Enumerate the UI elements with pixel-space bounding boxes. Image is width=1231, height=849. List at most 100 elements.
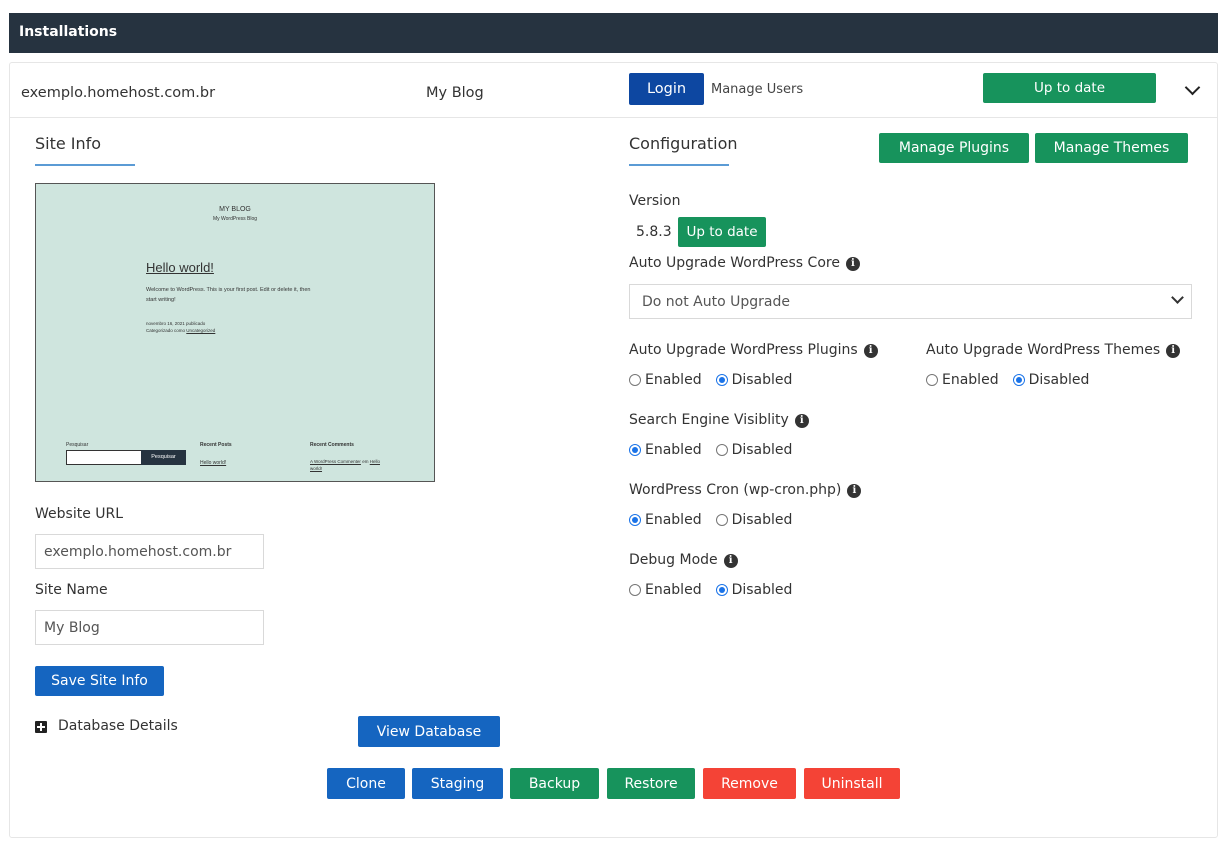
search-engine-radio-group: Enabled Disabled: [629, 442, 806, 458]
view-database-button[interactable]: View Database: [358, 716, 500, 747]
installation-domain: exemplo.homehost.com.br: [21, 85, 216, 101]
auto-core-label-text: Auto Upgrade WordPress Core: [629, 255, 840, 271]
site-info-title: Site Info: [35, 134, 102, 153]
auto-core-selected-value: Do not Auto Upgrade: [642, 294, 790, 310]
installations-title: Installations: [19, 24, 118, 40]
plus-square-icon[interactable]: [35, 721, 47, 733]
installation-summary-row[interactable]: exemplo.homehost.com.br My Blog Login Ma…: [10, 63, 1217, 118]
debug-enabled-radio[interactable]: [629, 584, 641, 596]
manage-themes-button[interactable]: Manage Themes: [1035, 133, 1188, 163]
version-up-to-date-button[interactable]: Up to date: [678, 217, 766, 247]
site-preview-thumbnail[interactable]: MY BLOG My WordPress Blog Hello world! W…: [35, 183, 435, 482]
restore-button[interactable]: Restore: [607, 768, 695, 799]
info-icon[interactable]: i: [845, 257, 860, 271]
database-details-toggle[interactable]: Database Details: [58, 718, 178, 734]
save-site-info-button[interactable]: Save Site Info: [35, 666, 164, 696]
manage-users-link[interactable]: Manage Users: [711, 82, 803, 97]
search-engine-disabled-radio[interactable]: [715, 444, 728, 456]
debug-disabled-radio[interactable]: [715, 584, 728, 596]
configuration-underline: [629, 164, 729, 166]
search-engine-label-text: Search Engine Visiblity: [629, 412, 789, 428]
manage-plugins-button[interactable]: Manage Plugins: [879, 133, 1029, 163]
preview-search-button: Pesquisar: [141, 450, 186, 465]
preview-post-body-2: start writing!: [146, 297, 176, 303]
radio-label: Enabled: [645, 512, 702, 528]
radio-label: Disabled: [731, 442, 793, 458]
preview-recent-post-link: Hello world!: [200, 460, 227, 466]
preview-comment-post-1: Hello: [369, 459, 380, 464]
clone-button[interactable]: Clone: [327, 768, 405, 799]
preview-recent-comment-line-1: A WordPress Commenter em Hello: [310, 459, 380, 464]
preview-recent-posts-heading: Recent Posts: [200, 442, 232, 448]
website-url-label: Website URL: [35, 506, 124, 522]
auto-themes-enabled-radio[interactable]: [926, 374, 938, 386]
installation-site-name: My Blog: [426, 85, 484, 101]
auto-themes-label: Auto Upgrade WordPress Themes i: [926, 342, 1181, 358]
installations-header: Installations: [9, 13, 1218, 53]
radio-label: Disabled: [731, 372, 793, 388]
login-button[interactable]: Login: [629, 73, 704, 105]
cron-label-text: WordPress Cron (wp-cron.php): [629, 482, 842, 498]
preview-search-label: Pesquisar: [66, 442, 89, 448]
preview-post-title: Hello world!: [146, 260, 214, 275]
cron-radio-group: Enabled Disabled: [629, 512, 806, 528]
site-name-input[interactable]: [35, 610, 264, 645]
debug-radio-group: Enabled Disabled: [629, 582, 806, 598]
staging-button[interactable]: Staging: [412, 768, 503, 799]
radio-label: Disabled: [731, 582, 793, 598]
debug-label: Debug Mode i: [629, 552, 738, 568]
search-engine-enabled-radio[interactable]: [629, 444, 641, 456]
uninstall-button[interactable]: Uninstall: [804, 768, 900, 799]
cron-enabled-radio[interactable]: [629, 514, 641, 526]
preview-search-input: [66, 450, 142, 465]
version-value: 5.8.3: [636, 224, 672, 240]
remove-button[interactable]: Remove: [703, 768, 796, 799]
radio-label: Enabled: [645, 582, 702, 598]
radio-label: Enabled: [942, 372, 999, 388]
preview-post-meta-1: novembro 16, 2021 publicado: [146, 321, 206, 326]
auto-themes-label-text: Auto Upgrade WordPress Themes: [926, 342, 1161, 358]
cron-label: WordPress Cron (wp-cron.php) i: [629, 482, 862, 498]
radio-label: Disabled: [1028, 372, 1090, 388]
version-label: Version: [629, 193, 681, 209]
debug-label-text: Debug Mode: [629, 552, 718, 568]
configuration-title: Configuration: [629, 134, 738, 153]
backup-button[interactable]: Backup: [510, 768, 599, 799]
preview-comment-author: A WordPress Commenter: [310, 459, 361, 464]
auto-themes-disabled-radio[interactable]: [1012, 374, 1025, 386]
preview-recent-comments-heading: Recent Comments: [310, 442, 354, 448]
radio-label: Enabled: [645, 372, 702, 388]
radio-label: Enabled: [645, 442, 702, 458]
preview-blog-title: MY BLOG: [219, 206, 251, 213]
preview-recent-comment-line-2: world!: [310, 466, 323, 471]
radio-label: Disabled: [731, 512, 793, 528]
preview-comment-on: em: [362, 459, 369, 464]
auto-plugins-label-text: Auto Upgrade WordPress Plugins: [629, 342, 858, 358]
auto-plugins-enabled-radio[interactable]: [629, 374, 641, 386]
site-info-underline: [35, 164, 135, 166]
preview-category-link: Uncategorized: [186, 328, 216, 333]
status-up-to-date-button[interactable]: Up to date: [983, 73, 1156, 103]
chevron-down-icon[interactable]: [1184, 79, 1201, 96]
info-icon[interactable]: i: [794, 414, 809, 428]
preview-category-label: Categorizado como: [146, 328, 186, 333]
auto-core-label: Auto Upgrade WordPress Core i: [629, 255, 860, 271]
installation-card: exemplo.homehost.com.br My Blog Login Ma…: [9, 62, 1218, 838]
auto-core-select[interactable]: Do not Auto Upgrade: [629, 284, 1192, 319]
info-icon[interactable]: i: [723, 554, 738, 568]
info-icon[interactable]: i: [847, 484, 862, 498]
info-icon[interactable]: i: [1166, 344, 1181, 358]
preview-post-body-1: Welcome to WordPress. This is your first…: [146, 287, 311, 293]
chevron-down-icon: [1171, 291, 1184, 304]
website-url-input[interactable]: [35, 534, 264, 569]
search-engine-label: Search Engine Visiblity i: [629, 412, 809, 428]
cron-disabled-radio[interactable]: [715, 514, 728, 526]
auto-themes-radio-group: Enabled Disabled: [926, 372, 1103, 388]
preview-blog-tagline: My WordPress Blog: [212, 216, 258, 222]
auto-plugins-disabled-radio[interactable]: [715, 374, 728, 386]
auto-plugins-radio-group: Enabled Disabled: [629, 372, 806, 388]
auto-plugins-label: Auto Upgrade WordPress Plugins i: [629, 342, 878, 358]
preview-post-meta-2: Categorizado como Uncategorized: [146, 328, 215, 333]
site-name-label: Site Name: [35, 582, 108, 598]
info-icon[interactable]: i: [863, 344, 878, 358]
